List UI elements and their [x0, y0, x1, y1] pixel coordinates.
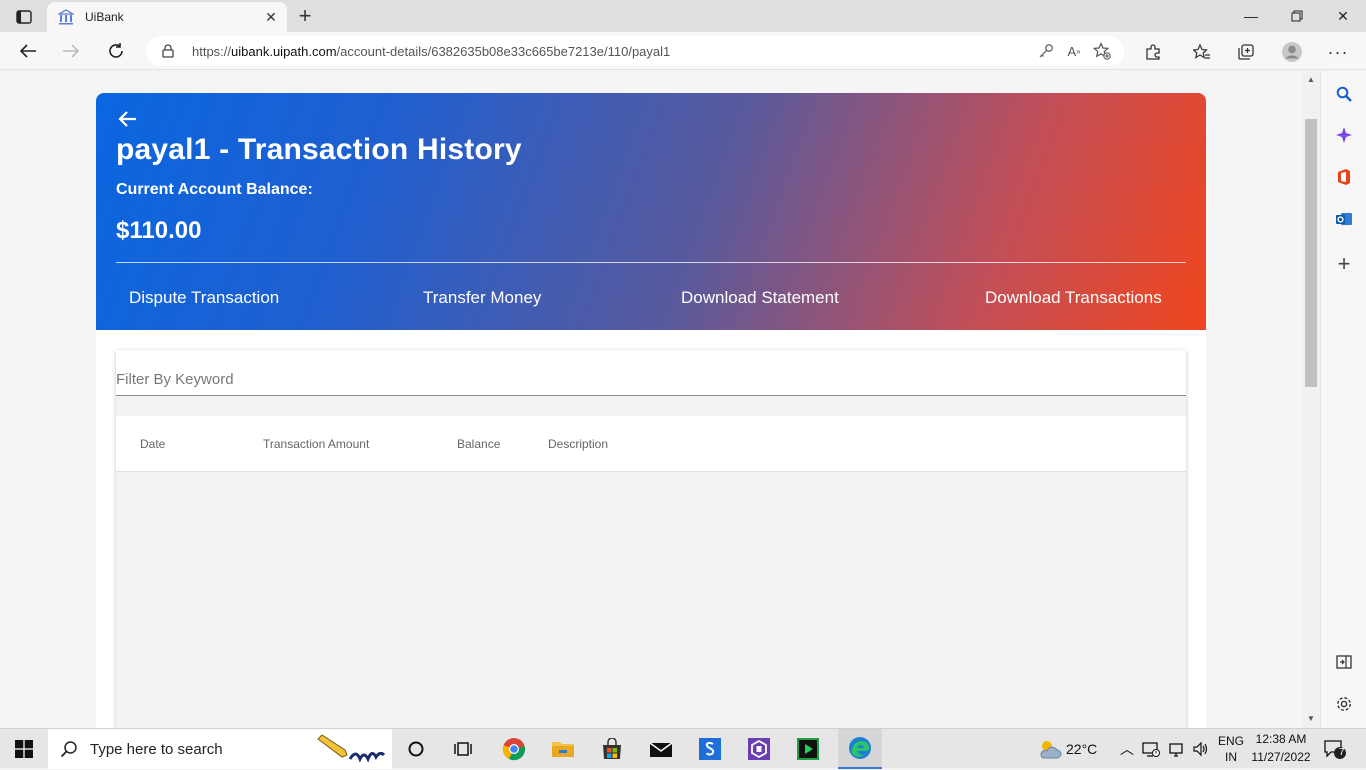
restore-icon[interactable]: [1274, 0, 1320, 32]
transfer-money-button[interactable]: Transfer Money: [423, 288, 541, 308]
edge-icon[interactable]: [838, 729, 882, 769]
weather-icon[interactable]: [1030, 733, 1070, 765]
file-explorer-icon[interactable]: [543, 733, 583, 765]
account-header: payal1 - Transaction History Current Acc…: [96, 93, 1206, 330]
sidebar-office-icon[interactable]: [1329, 162, 1359, 192]
url-path: /account-details/6382635b08e33c665be7213…: [336, 43, 671, 59]
column-header-description[interactable]: Description: [548, 437, 608, 451]
minimize-icon[interactable]: —: [1228, 0, 1274, 32]
filter-keyword-input[interactable]: [116, 368, 1186, 390]
sidebar-outlook-icon[interactable]: [1329, 204, 1359, 234]
taskbar-search-placeholder: Type here to search: [90, 740, 223, 758]
wifi-icon[interactable]: [1164, 733, 1190, 765]
transactions-card: Date Transaction Amount Balance Descript…: [116, 350, 1186, 728]
uipath-assistant-icon[interactable]: [739, 733, 779, 765]
header-divider: [116, 262, 1186, 263]
more-options-icon[interactable]: ···: [1323, 37, 1353, 67]
media-player-icon[interactable]: [788, 733, 828, 765]
extensions-icon[interactable]: [1138, 37, 1168, 67]
tab-actions-icon[interactable]: [10, 6, 38, 28]
scrollbar-thumb[interactable]: [1305, 119, 1317, 387]
clock-time[interactable]: 12:38 AM: [1248, 732, 1314, 746]
back-arrow-icon[interactable]: [116, 107, 140, 131]
network-warning-icon[interactable]: [1138, 733, 1164, 765]
volume-icon[interactable]: [1188, 733, 1214, 765]
url-scheme: https://: [192, 43, 232, 59]
weather-temperature[interactable]: 22°C: [1066, 741, 1097, 757]
tab-title: UiBank: [85, 10, 124, 24]
column-header-transaction-amount[interactable]: Transaction Amount: [263, 437, 369, 451]
bank-icon: [57, 8, 75, 26]
show-hidden-icons-icon[interactable]: ︿: [1120, 739, 1134, 759]
back-icon[interactable]: [13, 36, 43, 66]
notification-count: 7: [1339, 747, 1345, 758]
browser-nav-bar: https://uibank.uipath.com/account-detail…: [0, 32, 1366, 70]
collections-icon[interactable]: [1231, 37, 1261, 67]
filter-field: [116, 350, 1186, 396]
close-tab-icon[interactable]: ✕: [259, 5, 283, 29]
sidebar-discover-icon[interactable]: [1329, 120, 1359, 150]
sidebar-search-icon[interactable]: [1329, 79, 1359, 109]
dispute-transaction-button[interactable]: Dispute Transaction: [129, 288, 279, 308]
taskbar-search-box[interactable]: Type here to search: [48, 729, 392, 769]
task-view-icon[interactable]: [443, 733, 483, 765]
download-statement-button[interactable]: Download Statement: [681, 288, 839, 308]
mail-icon[interactable]: [641, 733, 681, 765]
new-tab-icon[interactable]: +: [292, 3, 318, 28]
browser-tab-bar: UiBank ✕ + — ✕: [0, 0, 1366, 32]
scroll-up-icon[interactable]: ▲: [1306, 75, 1316, 85]
edge-sidebar: +: [1320, 71, 1366, 728]
microsoft-store-icon[interactable]: [592, 733, 632, 765]
refresh-icon[interactable]: [101, 36, 131, 66]
windows-taskbar: Type here to search 22°C ︿ ENG IN 12:38 …: [0, 728, 1366, 769]
search-highlight-pencil-icon: [314, 733, 388, 770]
profile-avatar[interactable]: [1277, 37, 1307, 67]
transactions-table-header: Date Transaction Amount Balance Descript…: [116, 416, 1186, 472]
favorites-icon[interactable]: [1187, 37, 1217, 67]
column-header-date[interactable]: Date: [140, 437, 165, 451]
sidebar-collapse-icon[interactable]: [1329, 647, 1359, 677]
forward-icon[interactable]: [56, 36, 86, 66]
url-host: uibank.uipath.com: [231, 43, 337, 59]
download-transactions-button[interactable]: Download Transactions: [985, 288, 1162, 308]
language-region[interactable]: IN: [1216, 750, 1246, 764]
column-header-balance[interactable]: Balance: [457, 437, 500, 451]
key-icon[interactable]: [1032, 37, 1060, 65]
language-eng[interactable]: ENG: [1216, 734, 1246, 748]
scroll-down-icon[interactable]: ▼: [1306, 714, 1316, 724]
uipath-studio-icon[interactable]: [690, 733, 730, 765]
balance-value: $110.00: [116, 217, 202, 244]
page-viewport: payal1 - Transaction History Current Acc…: [0, 71, 1302, 728]
close-window-icon[interactable]: ✕: [1320, 0, 1366, 32]
url-text[interactable]: https://uibank.uipath.com/account-detail…: [192, 44, 1032, 59]
taskbar-search-icon: [60, 740, 78, 758]
page-title: payal1 - Transaction History: [116, 133, 522, 166]
cortana-icon[interactable]: [396, 733, 436, 765]
chrome-icon[interactable]: [494, 733, 534, 765]
sidebar-add-icon[interactable]: +: [1329, 249, 1359, 279]
clock-date[interactable]: 11/27/2022: [1248, 750, 1314, 764]
sidebar-settings-icon[interactable]: [1329, 689, 1359, 719]
lock-icon[interactable]: [162, 44, 178, 58]
read-aloud-icon[interactable]: A»: [1060, 37, 1088, 65]
windows-start-icon[interactable]: [4, 733, 44, 765]
balance-label: Current Account Balance:: [116, 181, 313, 198]
browser-tab-uibank[interactable]: UiBank ✕: [47, 2, 287, 32]
add-favorite-icon[interactable]: [1088, 37, 1116, 65]
address-bar[interactable]: https://uibank.uipath.com/account-detail…: [146, 36, 1124, 66]
page-scrollbar[interactable]: ▲ ▼: [1302, 71, 1320, 728]
notifications-icon[interactable]: 7: [1318, 733, 1352, 765]
